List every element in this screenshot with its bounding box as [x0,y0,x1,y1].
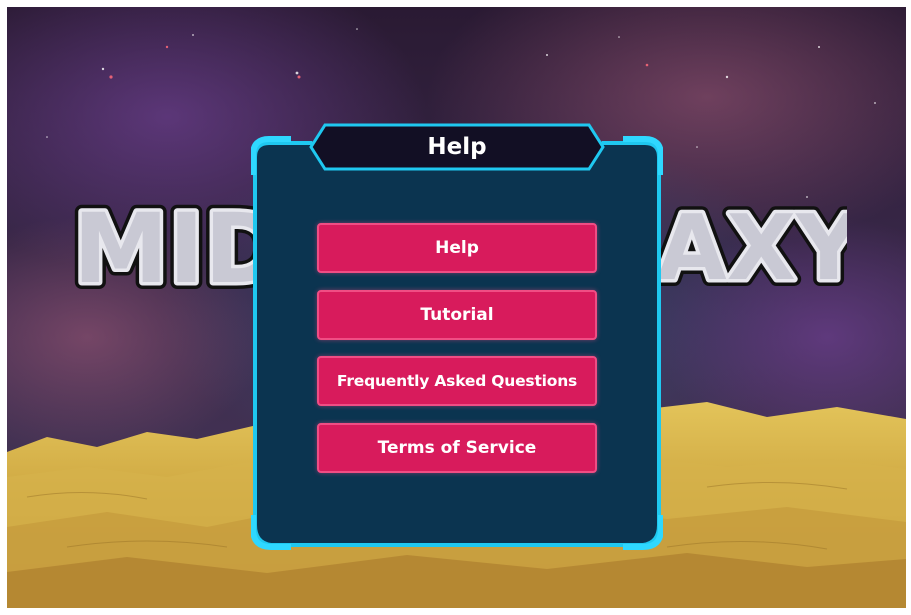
svg-text:MID: MID [73,193,259,305]
svg-text:AXY: AXY [657,196,847,301]
help-dialog: Help Help Tutorial Frequently Asked Ques… [251,115,663,553]
tutorial-button[interactable]: Tutorial [317,289,597,340]
game-logo-right-fragment: AXY AXY AXY [657,189,847,308]
game-logo-left-fragment: MID MID MID [69,186,259,312]
terms-of-service-button[interactable]: Terms of Service [317,422,597,473]
faq-button[interactable]: Frequently Asked Questions [317,356,597,406]
dialog-title: Help [427,134,487,160]
game-screen: MID MID MID AXY AXY AXY Help Help Tutori… [7,7,906,608]
help-menu: Help Tutorial Frequently Asked Questions… [317,223,597,489]
help-button[interactable]: Help [317,223,597,273]
